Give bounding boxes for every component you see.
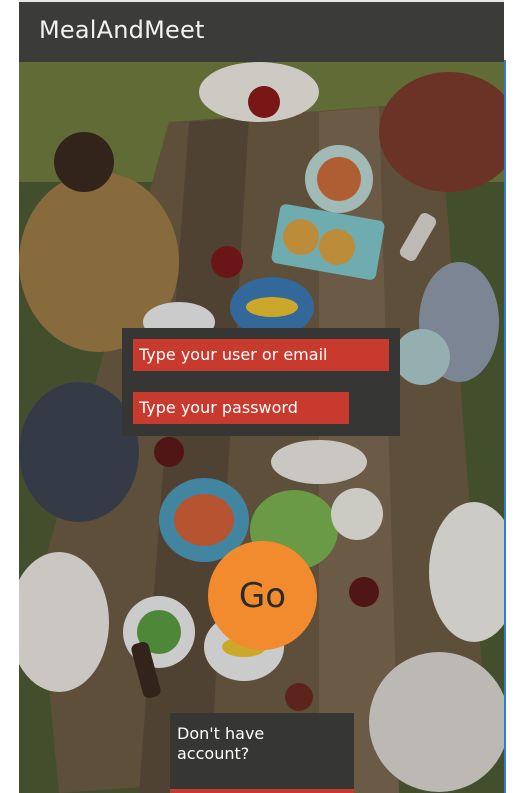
user-email-input[interactable]	[133, 339, 389, 371]
login-panel	[122, 328, 400, 436]
signup-accent-bar	[170, 789, 354, 793]
app-screen: MealAndMeet Type your user or email Go D…	[19, 0, 504, 793]
app-bar: MealAndMeet	[19, 0, 504, 62]
window-edge-line	[504, 60, 506, 793]
signup-link[interactable]: Don't have account?	[170, 713, 354, 793]
signup-prompt: Don't have account?	[177, 724, 265, 763]
app-title: MealAndMeet	[39, 16, 205, 44]
window-edge	[504, 0, 520, 793]
go-button[interactable]: Go	[208, 541, 317, 650]
password-input[interactable]	[133, 392, 349, 424]
